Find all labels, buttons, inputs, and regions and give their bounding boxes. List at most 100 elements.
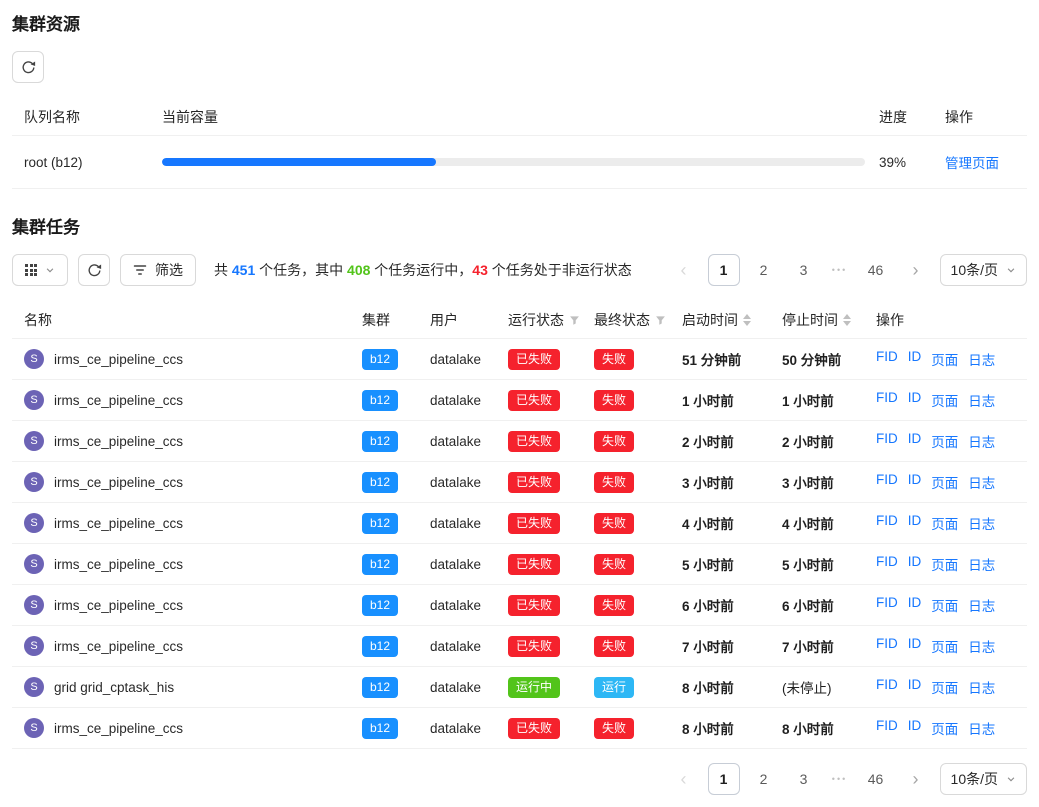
page-size-select[interactable]: 10条/页 [940, 763, 1027, 795]
filter-funnel-icon[interactable] [569, 315, 580, 326]
action-link-log[interactable]: 日志 [968, 554, 995, 574]
action-link-id[interactable]: ID [908, 595, 922, 615]
action-link-log[interactable]: 日志 [968, 431, 995, 451]
pagination-next-button[interactable]: › [900, 254, 932, 286]
task-name: grid grid_cptask_his [54, 680, 174, 695]
action-link-page[interactable]: 页面 [931, 554, 958, 574]
start-time-cell: 6 小时前 [682, 595, 782, 615]
action-link-id[interactable]: ID [908, 554, 922, 574]
tasks-refresh-button[interactable] [78, 254, 110, 286]
pagination-page-46[interactable]: 46 [860, 763, 892, 795]
pagination-page-3[interactable]: 3 [788, 254, 820, 286]
action-link-log[interactable]: 日志 [968, 349, 995, 369]
task-name-cell: Sirms_ce_pipeline_ccs [24, 390, 362, 410]
action-link-page[interactable]: 页面 [931, 431, 958, 451]
summary-part: 个任务，其中 [255, 262, 347, 278]
action-link-fid[interactable]: FID [876, 718, 898, 738]
task-name-cell: Sirms_ce_pipeline_ccs [24, 595, 362, 615]
run-status-cell: 已失败 [508, 513, 594, 534]
run-status-cell: 已失败 [508, 349, 594, 370]
pagination-top: ‹123 ••• 46›10条/页 [668, 254, 1027, 286]
action-link-fid[interactable]: FID [876, 677, 898, 697]
final-status-cell: 失败 [594, 554, 682, 575]
action-link-id[interactable]: ID [908, 677, 922, 697]
col-label: 运行状态 [508, 310, 564, 330]
action-link-page[interactable]: 页面 [931, 390, 958, 410]
action-link-fid[interactable]: FID [876, 390, 898, 410]
action-link-page[interactable]: 页面 [931, 349, 958, 369]
action-link-fid[interactable]: FID [876, 513, 898, 533]
col-label: 名称 [24, 310, 52, 330]
action-link-id[interactable]: ID [908, 472, 922, 492]
action-link-fid[interactable]: FID [876, 349, 898, 369]
action-link-log[interactable]: 日志 [968, 595, 995, 615]
pagination-page-2[interactable]: 2 [748, 254, 780, 286]
task-name-cell: Sirms_ce_pipeline_ccs [24, 554, 362, 574]
cluster-tag: b12 [362, 595, 398, 616]
cluster-resources-section: 集群资源 队列名称 当前容量 进度 操作 root (b12)39%管理页面 [12, 10, 1027, 189]
sorter-icon[interactable] [743, 314, 751, 326]
task-name: irms_ce_pipeline_ccs [54, 516, 183, 531]
action-link-fid[interactable]: FID [876, 431, 898, 451]
action-link-log[interactable]: 日志 [968, 636, 995, 656]
action-link-fid[interactable]: FID [876, 554, 898, 574]
sorter-icon[interactable] [843, 314, 851, 326]
resources-table-header: 队列名称 当前容量 进度 操作 [12, 99, 1027, 136]
pagination-ellipsis[interactable]: ••• [828, 774, 852, 784]
action-link-fid[interactable]: FID [876, 595, 898, 615]
col-header-user: 用户 [430, 310, 508, 330]
pagination-next-button[interactable]: › [900, 763, 932, 795]
action-link-log[interactable]: 日志 [968, 677, 995, 697]
pagination-page-46[interactable]: 46 [860, 254, 892, 286]
task-name: irms_ce_pipeline_ccs [54, 434, 183, 449]
action-link-page[interactable]: 页面 [931, 513, 958, 533]
page-size-select[interactable]: 10条/页 [940, 254, 1027, 286]
user-cell: datalake [430, 516, 508, 531]
action-link-log[interactable]: 日志 [968, 718, 995, 738]
final-status-tag: 失败 [594, 390, 634, 411]
run-status-tag: 运行中 [508, 677, 560, 698]
pagination-prev-button[interactable]: ‹ [668, 254, 700, 286]
action-link-id[interactable]: ID [908, 513, 922, 533]
filter-button[interactable]: 筛选 [120, 254, 196, 286]
pagination-page-2[interactable]: 2 [748, 763, 780, 795]
actions-cell: FID ID 页面日志 [876, 636, 1027, 656]
action-link-id[interactable]: ID [908, 636, 922, 656]
action-link-log[interactable]: 日志 [968, 472, 995, 492]
resources-refresh-button[interactable] [12, 51, 44, 83]
cluster-tag: b12 [362, 431, 398, 452]
summary-part: 个任务处于非运行状态 [488, 262, 632, 278]
action-link-page[interactable]: 页面 [931, 718, 958, 738]
action-link-page[interactable]: 页面 [931, 636, 958, 656]
final-status-cell: 失败 [594, 513, 682, 534]
pagination-ellipsis[interactable]: ••• [828, 265, 852, 275]
final-status-cell: 失败 [594, 431, 682, 452]
pagination-page-3[interactable]: 3 [788, 763, 820, 795]
action-link-fid[interactable]: FID [876, 472, 898, 492]
col-header-progress: 进度 [879, 107, 931, 127]
filter-funnel-icon[interactable] [655, 315, 666, 326]
pagination-prev-button[interactable]: ‹ [668, 763, 700, 795]
action-link-id[interactable]: ID [908, 431, 922, 451]
pagination-page-1[interactable]: 1 [708, 254, 740, 286]
cluster-tag: b12 [362, 513, 398, 534]
user-cell: datalake [430, 680, 508, 695]
action-link-page[interactable]: 页面 [931, 472, 958, 492]
action-link-fid[interactable]: FID [876, 636, 898, 656]
action-link-log[interactable]: 日志 [968, 513, 995, 533]
action-link-page[interactable]: 页面 [931, 595, 958, 615]
manage-page-link[interactable]: 管理页面 [945, 156, 999, 171]
stop-time-cell: 4 小时前 [782, 513, 876, 533]
final-status-tag: 失败 [594, 349, 634, 370]
action-link-id[interactable]: ID [908, 718, 922, 738]
table-row: root (b12)39%管理页面 [12, 136, 1027, 189]
actions-cell: FID ID 页面日志 [876, 595, 1027, 615]
pagination-page-1[interactable]: 1 [708, 763, 740, 795]
layout-dropdown-button[interactable] [12, 254, 68, 286]
cluster-tag: b12 [362, 677, 398, 698]
action-link-log[interactable]: 日志 [968, 390, 995, 410]
action-link-id[interactable]: ID [908, 390, 922, 410]
resources-title: 集群资源 [12, 10, 1027, 35]
action-link-id[interactable]: ID [908, 349, 922, 369]
action-link-page[interactable]: 页面 [931, 677, 958, 697]
